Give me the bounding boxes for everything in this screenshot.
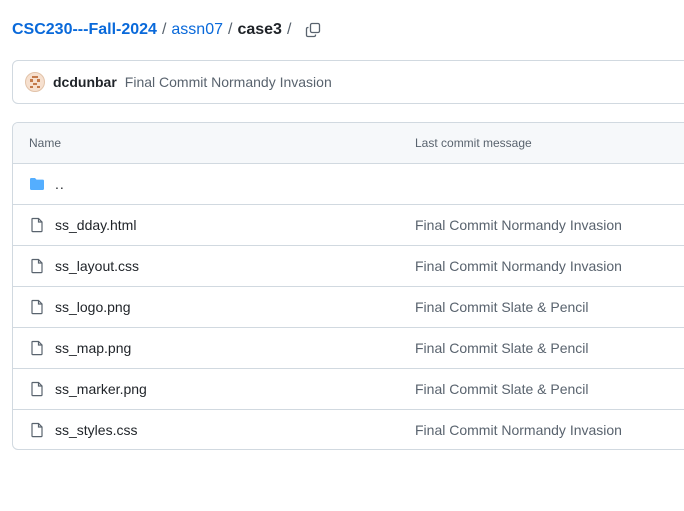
file-icon (31, 381, 43, 397)
breadcrumb-separator: / (161, 21, 167, 38)
file-icon (31, 422, 43, 438)
file-row[interactable]: ss_marker.png Final Commit Slate & Pencil (13, 369, 684, 410)
file-commit-message-link[interactable]: Final Commit Normandy Invasion (415, 258, 622, 274)
file-row[interactable]: ss_map.png Final Commit Slate & Pencil (13, 328, 684, 369)
file-name-link[interactable]: ss_map.png (55, 340, 131, 356)
file-icon (31, 258, 43, 274)
table-header: Name Last commit message (13, 123, 684, 164)
copy-icon (306, 22, 321, 38)
file-row[interactable]: ss_logo.png Final Commit Slate & Pencil (13, 287, 684, 328)
file-name-link[interactable]: ss_styles.css (55, 422, 137, 438)
file-commit-message-link[interactable]: Final Commit Slate & Pencil (415, 340, 589, 356)
file-table: Name Last commit message .. ss_dday.html… (12, 122, 684, 450)
breadcrumb-current: case3 (237, 21, 282, 38)
copy-path-button[interactable] (302, 19, 324, 41)
file-icon (31, 217, 43, 233)
commit-message-link[interactable]: Final Commit Normandy Invasion (125, 74, 332, 90)
file-name-link[interactable]: ss_logo.png (55, 299, 131, 315)
file-commit-message-link[interactable]: Final Commit Slate & Pencil (415, 381, 589, 397)
file-icon (31, 340, 43, 356)
breadcrumb-folder-link[interactable]: assn07 (171, 21, 223, 39)
parent-directory-row[interactable]: .. (13, 164, 684, 205)
file-row[interactable]: ss_dday.html Final Commit Normandy Invasi… (13, 205, 684, 246)
latest-commit-bar: dcdunbar Final Commit Normandy Invasion (12, 60, 684, 104)
commit-author-link[interactable]: dcdunbar (53, 74, 117, 90)
breadcrumb-separator: / (286, 21, 292, 38)
breadcrumb-repo-link[interactable]: CSC230---Fall-2024 (12, 21, 157, 39)
parent-directory-link[interactable]: .. (55, 176, 65, 192)
file-commit-message-link[interactable]: Final Commit Normandy Invasion (415, 422, 622, 438)
breadcrumb: CSC230---Fall-2024 / assn07 / case3 / (12, 18, 324, 42)
column-header-last-commit-message: Last commit message (415, 136, 532, 150)
folder-icon (30, 178, 44, 190)
file-commit-message-link[interactable]: Final Commit Slate & Pencil (415, 299, 589, 315)
file-name-link[interactable]: ss_marker.png (55, 381, 147, 397)
file-name-link[interactable]: ss_dday.html (55, 217, 136, 233)
file-commit-message-link[interactable]: Final Commit Normandy Invasion (415, 217, 622, 233)
column-header-name: Name (29, 136, 62, 150)
file-name-link[interactable]: ss_layout.css (55, 258, 139, 274)
breadcrumb-separator: / (228, 21, 233, 38)
file-icon (31, 299, 43, 315)
avatar[interactable] (25, 72, 45, 92)
avatar-identicon (30, 76, 40, 88)
file-row[interactable]: ss_styles.css Final Commit Normandy Invas… (13, 410, 684, 449)
file-row[interactable]: ss_layout.css Final Commit Normandy Invas… (13, 246, 684, 287)
file-browser-page: CSC230---Fall-2024 / assn07 / case3 / dc… (0, 0, 684, 511)
